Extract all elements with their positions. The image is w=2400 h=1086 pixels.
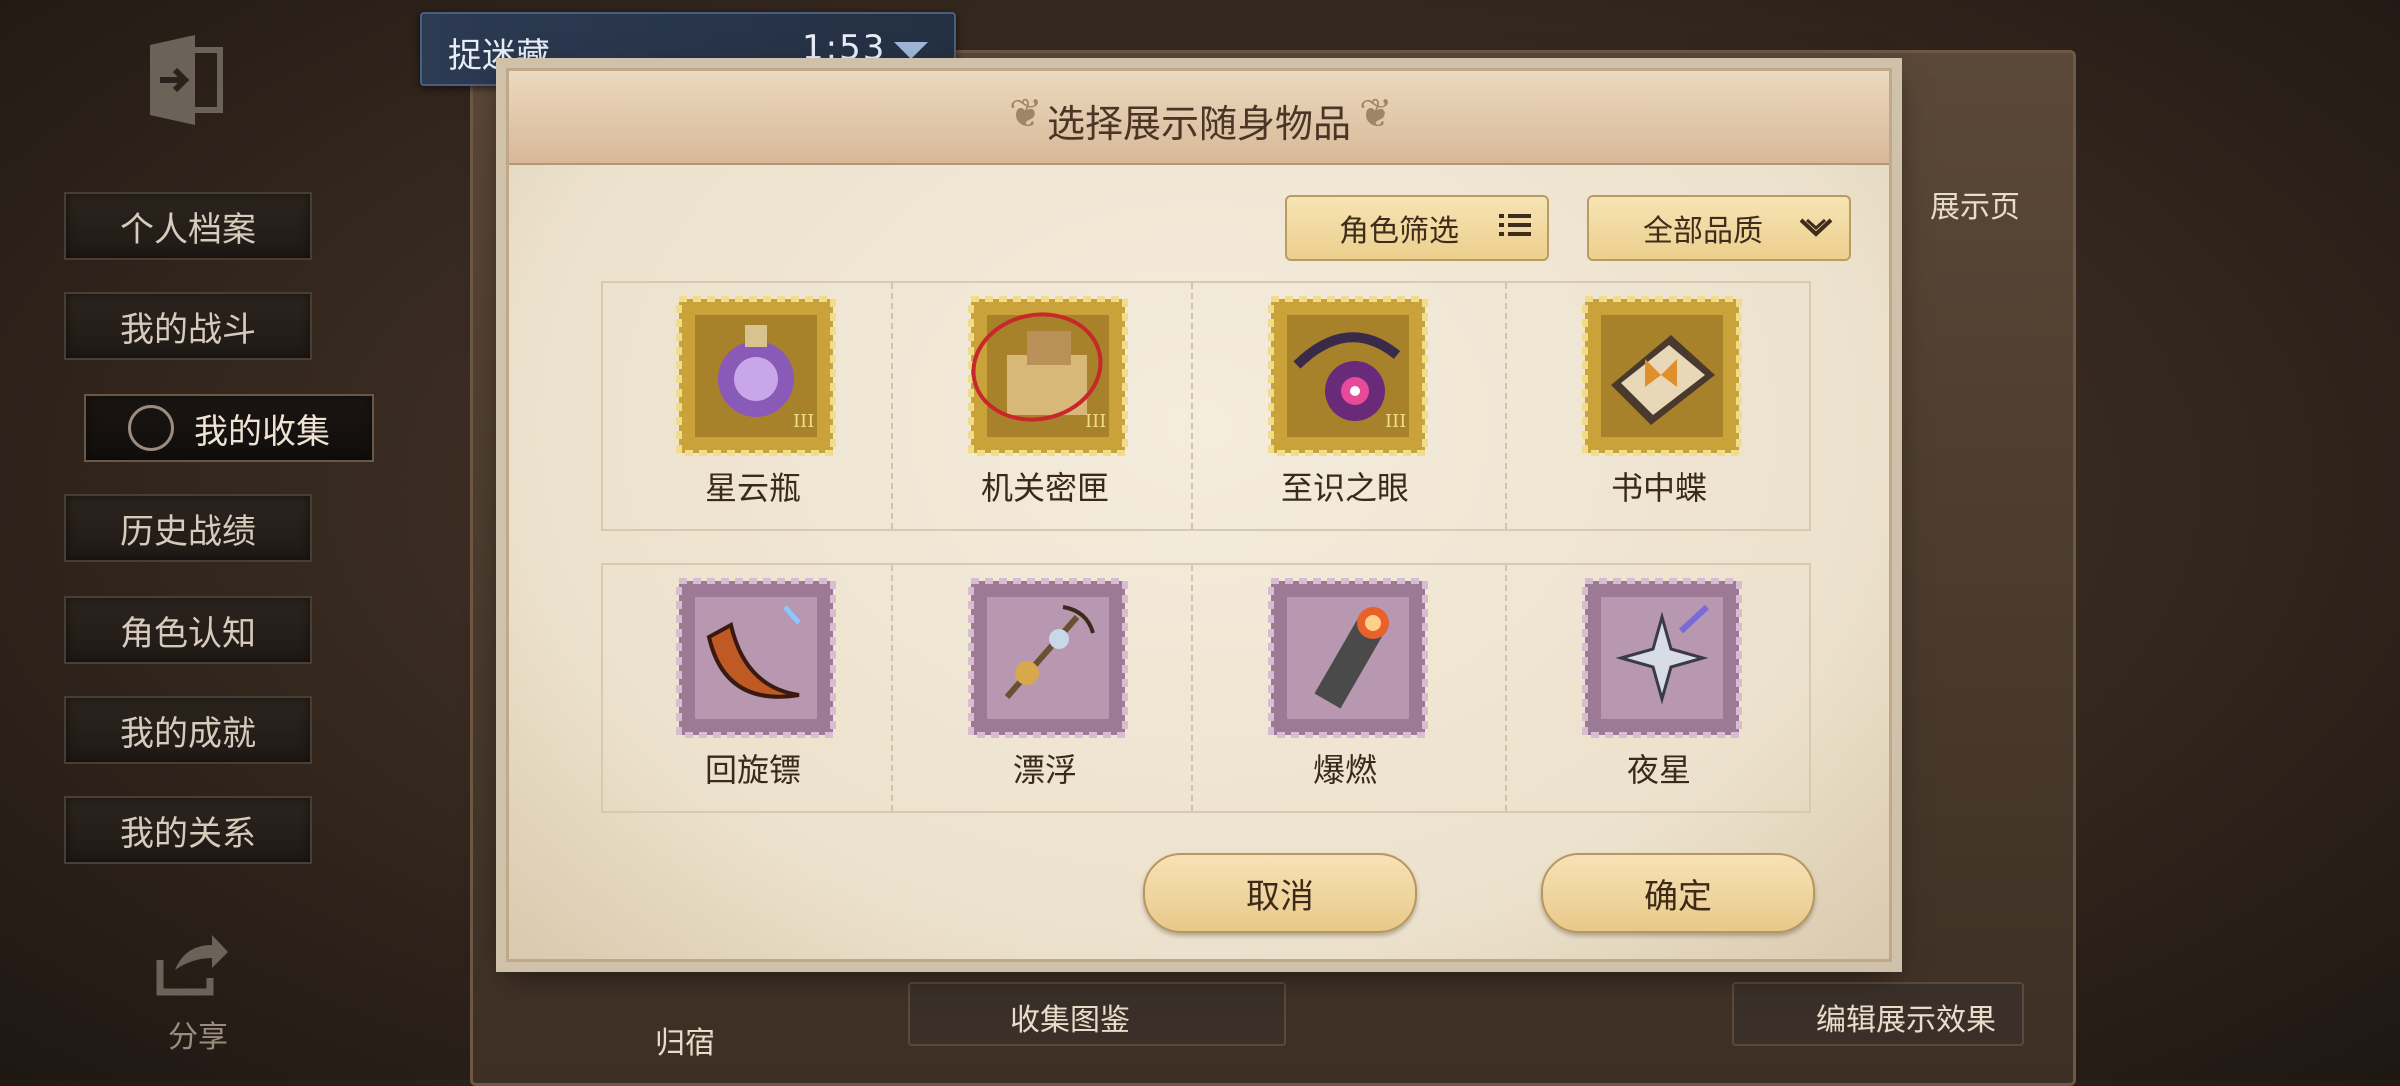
confirm-button[interactable]: 确定	[1541, 853, 1815, 933]
edit-display-label: 编辑展示效果	[1816, 1003, 1996, 1038]
sidebar-item-battle[interactable]: 我的战斗	[64, 292, 312, 360]
book-butterfly-icon	[1581, 295, 1743, 457]
cancel-button[interactable]: 取消	[1143, 853, 1417, 933]
deflagration-icon	[1267, 577, 1429, 739]
boomerang-icon	[675, 577, 837, 739]
item-name: 回旋镖	[704, 751, 801, 789]
sidebar-item-character[interactable]: 角色认知	[64, 596, 312, 664]
night-star-icon	[1581, 577, 1743, 739]
show-page-label: 展示页	[1930, 190, 2020, 225]
quality-filter-dropdown[interactable]: 全部品质	[1587, 195, 1851, 261]
item-name: 夜星	[1626, 751, 1691, 789]
quality-filter-label: 全部品质	[1643, 214, 1763, 249]
item-name: 爆燃	[1312, 751, 1377, 789]
eye-of-knowledge-icon: III	[1267, 295, 1429, 457]
svg-text:III: III	[1385, 411, 1406, 432]
dialog-header: ❦ 选择展示随身物品 ❦	[509, 71, 1889, 165]
collection-emblem-icon	[128, 405, 174, 451]
item-cell-deflagration[interactable]: 爆燃	[1195, 565, 1495, 811]
item-name: 书中蝶	[1610, 469, 1707, 507]
sidebar-item-profile[interactable]: 个人档案	[64, 192, 312, 260]
item-cell-book-butterfly[interactable]: 书中蝶	[1509, 283, 1809, 529]
share-label: 分享	[168, 1020, 228, 1055]
sidebar-item-history[interactable]: 历史战绩	[64, 494, 312, 562]
select-item-dialog: ❦ 选择展示随身物品 ❦ 角色筛选 全部品质 III 星云瓶 III 机关密匣 …	[506, 68, 1892, 962]
dialog-title: 选择展示随身物品	[1046, 102, 1351, 146]
svg-text:III: III	[793, 411, 814, 432]
sidebar-item-relations[interactable]: 我的关系	[64, 796, 312, 864]
item-name: 漂浮	[1012, 751, 1077, 789]
game-mode-timer: 1:53	[802, 28, 887, 68]
item-cell-night-star[interactable]: 夜星	[1509, 565, 1809, 811]
item-row-1: III 星云瓶 III 机关密匣 III 至识之眼 书中蝶	[601, 281, 1811, 531]
item-cell-boomerang[interactable]: 回旋镖	[603, 565, 903, 811]
collection-atlas-label: 收集图鉴	[1010, 1003, 1130, 1038]
item-row-2: 回旋镖 漂浮 爆燃 夜星	[601, 563, 1811, 813]
sidebar-item-collection[interactable]: 我的收集	[84, 394, 374, 462]
item-name: 机关密匣	[980, 469, 1109, 507]
chevron-down-icon	[1799, 211, 1833, 246]
home-label[interactable]: 归宿	[655, 1018, 715, 1062]
character-filter-label: 角色筛选	[1339, 214, 1459, 249]
item-cell-mechanism-box[interactable]: III 机关密匣	[895, 283, 1195, 529]
sidebar-item-achievement[interactable]: 我的成就	[64, 696, 312, 764]
svg-text:III: III	[1085, 411, 1106, 432]
mechanism-box-icon: III	[967, 295, 1129, 457]
item-cell-eye-of-knowledge[interactable]: III 至识之眼	[1195, 283, 1495, 529]
float-icon	[967, 577, 1129, 739]
item-cell-float[interactable]: 漂浮	[895, 565, 1195, 811]
chevron-down-icon[interactable]	[894, 42, 928, 59]
item-cell-nebula-bottle[interactable]: III 星云瓶	[603, 283, 903, 529]
item-name: 至识之眼	[1280, 469, 1409, 507]
exit-icon[interactable]	[140, 30, 230, 130]
item-name: 星云瓶	[704, 469, 801, 507]
laurel-right-icon: ❦	[1359, 91, 1393, 137]
sidebar-item-collection-label: 我的收集	[194, 411, 330, 452]
character-filter-button[interactable]: 角色筛选	[1285, 195, 1549, 261]
list-icon	[1499, 211, 1531, 246]
nebula-bottle-icon: III	[675, 295, 837, 457]
share-icon[interactable]	[150, 930, 230, 1000]
